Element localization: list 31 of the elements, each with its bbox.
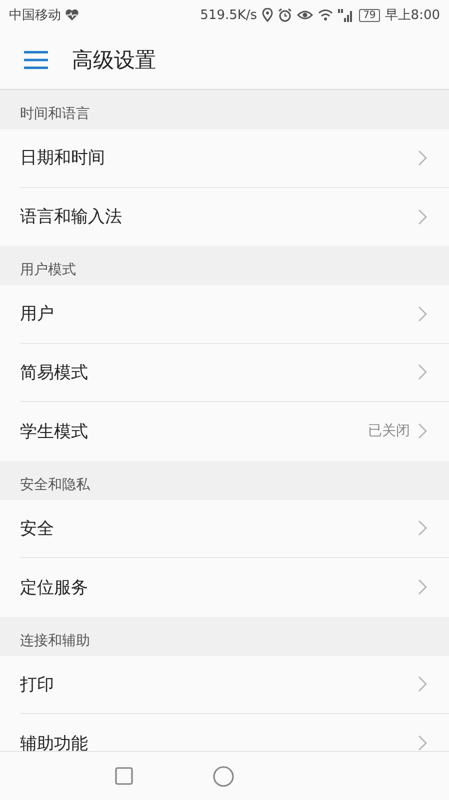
location-icon — [262, 8, 274, 22]
clock: 早上8:00 — [384, 7, 440, 24]
settings-item[interactable]: 简易模式 — [20, 344, 449, 402]
eye-icon — [297, 9, 314, 21]
battery-level: 79 — [359, 8, 380, 22]
screen-title: 高级设置 — [72, 46, 156, 74]
chevron-right-icon — [418, 735, 427, 751]
section-title: 安全和隐私 — [20, 476, 90, 494]
heart-rate-icon — [65, 9, 79, 21]
chevron-right-icon — [418, 364, 427, 380]
chevron-right-icon — [418, 423, 427, 440]
signal-icon — [338, 8, 354, 22]
chevron-right-icon — [418, 676, 427, 692]
chevron-right-icon — [418, 208, 427, 225]
chevron-right-icon — [418, 520, 427, 536]
menu-icon[interactable] — [24, 50, 48, 68]
section-title: 连接和辅助 — [20, 632, 90, 650]
recents-icon[interactable] — [115, 767, 133, 785]
settings-item[interactable]: 安全 — [20, 500, 449, 558]
item-value: 已关闭 — [368, 422, 410, 440]
wifi-icon — [318, 9, 334, 21]
section-title: 用户模式 — [20, 261, 76, 279]
chevron-right-icon — [418, 306, 427, 322]
carrier-name: 中国移动 — [9, 7, 61, 24]
network-speed: 519.5K/s — [200, 8, 258, 22]
alarm-icon — [278, 8, 292, 22]
section-title: 时间和语言 — [20, 105, 90, 123]
settings-item[interactable]: 打印 — [20, 656, 449, 714]
home-icon[interactable] — [213, 766, 234, 786]
chevron-right-icon — [418, 150, 427, 166]
chevron-right-icon — [418, 579, 427, 596]
